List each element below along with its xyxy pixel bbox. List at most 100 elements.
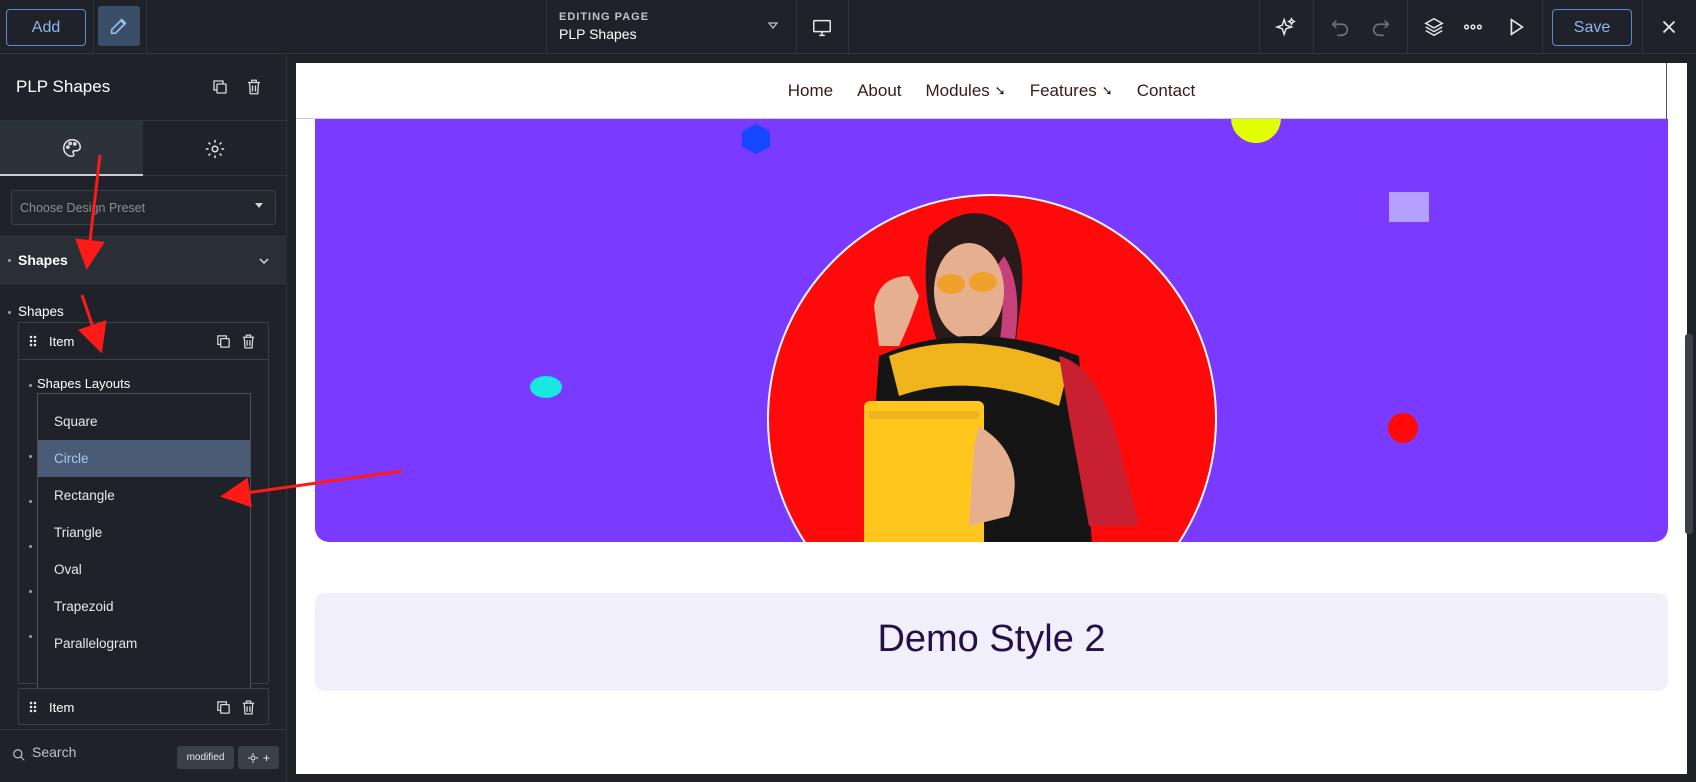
sidebar-tabs bbox=[0, 120, 287, 176]
search-icon bbox=[13, 749, 25, 761]
gear-icon bbox=[247, 752, 258, 763]
undo-icon[interactable] bbox=[1328, 15, 1352, 39]
editing-page-selector[interactable]: EDITING PAGE PLP Shapes bbox=[559, 11, 649, 42]
nav-label: Contact bbox=[1136, 81, 1196, 100]
bullet bbox=[8, 259, 11, 262]
shapes-layouts-label: Shapes Layouts bbox=[37, 376, 131, 391]
chevron-down-icon[interactable] bbox=[767, 20, 779, 30]
save-button[interactable]: Save bbox=[1552, 9, 1632, 46]
divider bbox=[1259, 0, 1260, 54]
trash-icon[interactable] bbox=[240, 333, 257, 350]
option-trapezoid[interactable]: Trapezoid bbox=[38, 588, 250, 625]
section-title: Shapes bbox=[18, 252, 68, 268]
shapes-section-header[interactable]: Shapes bbox=[0, 236, 287, 284]
square-shape bbox=[1389, 192, 1429, 222]
palette-icon bbox=[62, 138, 81, 157]
desktop-icon[interactable] bbox=[810, 16, 834, 40]
demo-style-card: Demo Style 2 bbox=[315, 593, 1668, 691]
ai-sparkle-icon[interactable] bbox=[1274, 15, 1298, 39]
divider bbox=[848, 0, 849, 54]
more-icon[interactable] bbox=[1461, 15, 1485, 39]
option-oval[interactable]: Oval bbox=[38, 551, 250, 588]
trash-icon[interactable] bbox=[245, 78, 263, 101]
drag-handle-icon[interactable] bbox=[29, 335, 37, 347]
divider bbox=[0, 729, 287, 730]
item-label: Item bbox=[49, 700, 75, 715]
redo-icon[interactable] bbox=[1369, 15, 1393, 39]
design-preset-select[interactable]: Choose Design Preset bbox=[11, 190, 276, 225]
search-input[interactable]: Search bbox=[32, 744, 76, 760]
preset-placeholder: Choose Design Preset bbox=[20, 201, 146, 215]
editing-page-label: EDITING PAGE bbox=[559, 11, 650, 23]
nav-label: About bbox=[857, 81, 902, 100]
item-label: Item bbox=[49, 334, 75, 349]
bullet bbox=[29, 590, 32, 593]
nav-label: Modules bbox=[925, 81, 990, 100]
divider bbox=[93, 0, 94, 54]
add-button[interactable]: Add bbox=[6, 9, 86, 46]
yellow-circle-shape bbox=[1231, 119, 1281, 143]
play-icon[interactable] bbox=[1504, 15, 1528, 39]
caret-down-icon bbox=[255, 203, 263, 208]
shapes-layout-dropdown[interactable]: Square Circle Rectangle Triangle Oval Tr… bbox=[37, 393, 251, 696]
trash-icon[interactable] bbox=[240, 699, 257, 716]
add-setting-button[interactable]: + bbox=[238, 746, 279, 769]
demo-title: Demo Style 2 bbox=[877, 618, 1106, 660]
divider bbox=[1666, 63, 1667, 119]
gear-icon bbox=[205, 139, 225, 158]
layers-icon[interactable] bbox=[1422, 15, 1446, 39]
dropdown-arrow-icon: ➘ bbox=[994, 83, 1006, 98]
modified-filter-button[interactable]: modified bbox=[177, 746, 234, 769]
dropdown-arrow-icon: ➘ bbox=[1101, 83, 1113, 98]
tab-design[interactable] bbox=[0, 121, 143, 176]
nav-item-features[interactable]: Features ➘ bbox=[1030, 81, 1113, 101]
nav-item-contact[interactable]: Contact bbox=[1137, 81, 1196, 101]
divider bbox=[1313, 0, 1314, 54]
bullet bbox=[29, 545, 32, 548]
top-toolbar: Add EDITING PAGE PLP Shapes Save bbox=[0, 0, 1696, 54]
featured-image-circle bbox=[767, 194, 1217, 542]
woman-illustration bbox=[864, 213, 1139, 542]
option-triangle[interactable]: Triangle bbox=[38, 514, 250, 551]
divider bbox=[1542, 0, 1543, 54]
bullet bbox=[29, 635, 32, 638]
bullet bbox=[29, 384, 32, 387]
divider bbox=[1407, 0, 1408, 54]
canvas-scrollbar[interactable] bbox=[1685, 334, 1693, 534]
nav-item-about[interactable]: About bbox=[857, 81, 901, 101]
nav-label: Features bbox=[1029, 81, 1097, 100]
preview-page: Home About Modules ➘ Features ➘ Contact bbox=[296, 63, 1687, 774]
option-parallelogram[interactable]: Parallelogram bbox=[38, 625, 250, 662]
divider bbox=[1642, 0, 1643, 54]
drag-handle-icon[interactable] bbox=[29, 701, 37, 713]
oval-shape bbox=[530, 376, 562, 398]
option-rectangle[interactable]: Rectangle bbox=[38, 477, 250, 514]
divider bbox=[146, 0, 147, 54]
bullet bbox=[29, 455, 32, 458]
site-nav: Home About Modules ➘ Features ➘ Contact bbox=[296, 63, 1687, 119]
shapes-field-label: Shapes bbox=[18, 304, 64, 319]
duplicate-icon[interactable] bbox=[215, 699, 232, 716]
bullet bbox=[29, 500, 32, 503]
edit-icon[interactable] bbox=[98, 6, 140, 46]
plus-icon: + bbox=[262, 750, 270, 765]
close-icon[interactable] bbox=[1657, 15, 1681, 39]
duplicate-icon[interactable] bbox=[211, 78, 229, 101]
module-title: PLP Shapes bbox=[16, 77, 111, 96]
duplicate-icon[interactable] bbox=[215, 333, 232, 350]
hexagon-shape bbox=[742, 124, 770, 154]
item-header[interactable]: Item bbox=[19, 323, 268, 360]
tab-settings[interactable] bbox=[143, 121, 287, 176]
option-square[interactable]: Square bbox=[38, 403, 250, 440]
chevron-down-icon bbox=[259, 258, 269, 265]
nav-label: Home bbox=[787, 81, 834, 100]
red-circle-shape bbox=[1388, 413, 1418, 443]
nav-item-home[interactable]: Home bbox=[788, 81, 833, 101]
editing-page-value: PLP Shapes bbox=[559, 26, 637, 42]
item-header[interactable]: Item bbox=[19, 689, 268, 726]
repeater-item: Item bbox=[18, 688, 269, 725]
option-circle[interactable]: Circle bbox=[38, 440, 250, 477]
hero-shapes-section[interactable] bbox=[315, 119, 1668, 542]
editor-app: Add EDITING PAGE PLP Shapes Save PLP Sha… bbox=[0, 0, 1696, 782]
nav-item-modules[interactable]: Modules ➘ bbox=[926, 81, 1006, 101]
